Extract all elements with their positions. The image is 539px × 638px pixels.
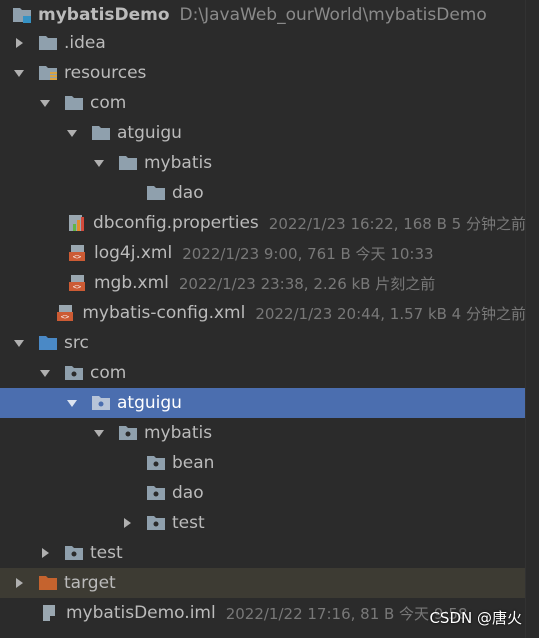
tree-row-bean[interactable]: bean bbox=[0, 448, 526, 478]
tree-row-resources-atguigu[interactable]: atguigu bbox=[0, 118, 526, 148]
folder-icon bbox=[146, 183, 166, 203]
tree-row-src-dao[interactable]: dao bbox=[0, 478, 526, 508]
chevron-down-icon[interactable] bbox=[92, 156, 106, 170]
folder-icon bbox=[38, 33, 58, 53]
folder-icon bbox=[64, 93, 84, 113]
xml-file-icon: <> bbox=[68, 273, 88, 293]
file-meta: 2022/1/23 20:44, 1.57 kB 4 分钟之前 bbox=[255, 304, 526, 323]
tree-row-idea[interactable]: .idea bbox=[0, 28, 526, 58]
tree-row-resources-mybatis[interactable]: mybatis bbox=[0, 148, 526, 178]
tree-label: test bbox=[172, 513, 205, 533]
tree-row-mgb[interactable]: <> mgb.xml 2022/1/23 23:38, 2.26 kB 片刻之前 bbox=[0, 268, 526, 298]
package-icon bbox=[64, 363, 84, 383]
project-path: D:\JavaWeb_ourWorld\mybatisDemo bbox=[179, 5, 487, 25]
file-meta: 2022/1/23 9:00, 761 B 今天 10:33 bbox=[182, 244, 434, 263]
tree-label: src bbox=[64, 333, 89, 353]
tree-label: dbconfig.properties bbox=[93, 213, 259, 233]
svg-text:<>: <> bbox=[61, 313, 69, 321]
tree-label: com bbox=[90, 363, 127, 383]
tree-row-resources-dao[interactable]: dao bbox=[0, 178, 526, 208]
tree-label: dao bbox=[172, 183, 204, 203]
chevron-down-icon[interactable] bbox=[12, 336, 26, 350]
folder-icon bbox=[118, 153, 138, 173]
tree-row-dbconfig[interactable]: dbconfig.properties 2022/1/23 16:22, 168… bbox=[0, 208, 526, 238]
watermark: CSDN @唐火 bbox=[429, 609, 522, 627]
package-icon bbox=[64, 543, 84, 563]
tree-label: .idea bbox=[64, 33, 106, 53]
folder-icon bbox=[91, 123, 111, 143]
tree-row-test[interactable]: test bbox=[0, 538, 526, 568]
tree-row-target[interactable]: target bbox=[0, 568, 526, 598]
chevron-right-icon[interactable] bbox=[38, 546, 52, 560]
xml-file-icon: <> bbox=[56, 303, 76, 323]
chevron-down-icon[interactable] bbox=[65, 396, 79, 410]
tree-label: log4j.xml bbox=[94, 243, 173, 263]
tree-label: dao bbox=[172, 483, 204, 503]
tree-row-resources[interactable]: resources bbox=[0, 58, 526, 88]
chevron-down-icon[interactable] bbox=[38, 96, 52, 110]
chevron-down-icon[interactable] bbox=[65, 126, 79, 140]
tree-label: mybatis bbox=[144, 153, 213, 173]
chevron-right-icon[interactable] bbox=[120, 516, 134, 530]
chevron-down-icon[interactable] bbox=[92, 426, 106, 440]
package-icon bbox=[118, 423, 138, 443]
project-tree: mybatisDemo D:\JavaWeb_ourWorld\mybatisD… bbox=[0, 0, 539, 638]
tree-row-project-root[interactable]: mybatisDemo D:\JavaWeb_ourWorld\mybatisD… bbox=[0, 0, 526, 30]
tree-label: mybatis bbox=[144, 423, 213, 443]
xml-file-icon: <> bbox=[68, 243, 88, 263]
tree-label: mgb.xml bbox=[94, 273, 169, 293]
tree-row-src-com[interactable]: com bbox=[0, 358, 526, 388]
tree-label: target bbox=[64, 573, 116, 593]
tree-row-src-atguigu[interactable]: atguigu bbox=[0, 388, 526, 418]
vertical-scrollbar[interactable] bbox=[525, 0, 539, 638]
package-icon bbox=[146, 453, 166, 473]
excluded-folder-icon bbox=[38, 573, 58, 593]
tree-row-resources-com[interactable]: com bbox=[0, 88, 526, 118]
project-name: mybatisDemo bbox=[38, 5, 170, 25]
properties-file-icon bbox=[67, 213, 87, 233]
tree-label: atguigu bbox=[117, 393, 182, 413]
resources-folder-icon bbox=[38, 63, 58, 83]
tree-label: bean bbox=[172, 453, 215, 473]
chevron-down-icon[interactable] bbox=[38, 366, 52, 380]
tree-label: com bbox=[90, 93, 127, 113]
tree-label: mybatisDemo.iml bbox=[66, 603, 216, 623]
tree-row-src-mybatis[interactable]: mybatis bbox=[0, 418, 526, 448]
package-icon bbox=[146, 483, 166, 503]
file-meta: 2022/1/23 23:38, 2.26 kB 片刻之前 bbox=[178, 274, 436, 293]
svg-text:<>: <> bbox=[73, 283, 81, 291]
tree-label: atguigu bbox=[117, 123, 182, 143]
file-meta: 2022/1/23 16:22, 168 B 5 分钟之前 bbox=[268, 214, 526, 233]
chevron-down-icon[interactable] bbox=[12, 66, 26, 80]
package-icon bbox=[91, 393, 111, 413]
source-folder-icon bbox=[38, 333, 58, 353]
tree-row-log4j[interactable]: <> log4j.xml 2022/1/23 9:00, 761 B 今天 10… bbox=[0, 238, 526, 268]
tree-label: test bbox=[90, 543, 123, 563]
tree-label: resources bbox=[64, 63, 147, 83]
tree-label: mybatis-config.xml bbox=[82, 303, 246, 323]
project-folder-icon bbox=[12, 5, 32, 25]
tree-row-src[interactable]: src bbox=[0, 328, 526, 358]
chevron-right-icon[interactable] bbox=[12, 576, 26, 590]
module-file-icon bbox=[40, 603, 60, 623]
chevron-right-icon[interactable] bbox=[12, 36, 26, 50]
svg-text:<>: <> bbox=[73, 253, 81, 261]
tree-row-mybatis-config[interactable]: <> mybatis-config.xml 2022/1/23 20:44, 1… bbox=[0, 298, 526, 328]
package-icon bbox=[146, 513, 166, 533]
tree-row-mybatis-test[interactable]: test bbox=[0, 508, 526, 538]
